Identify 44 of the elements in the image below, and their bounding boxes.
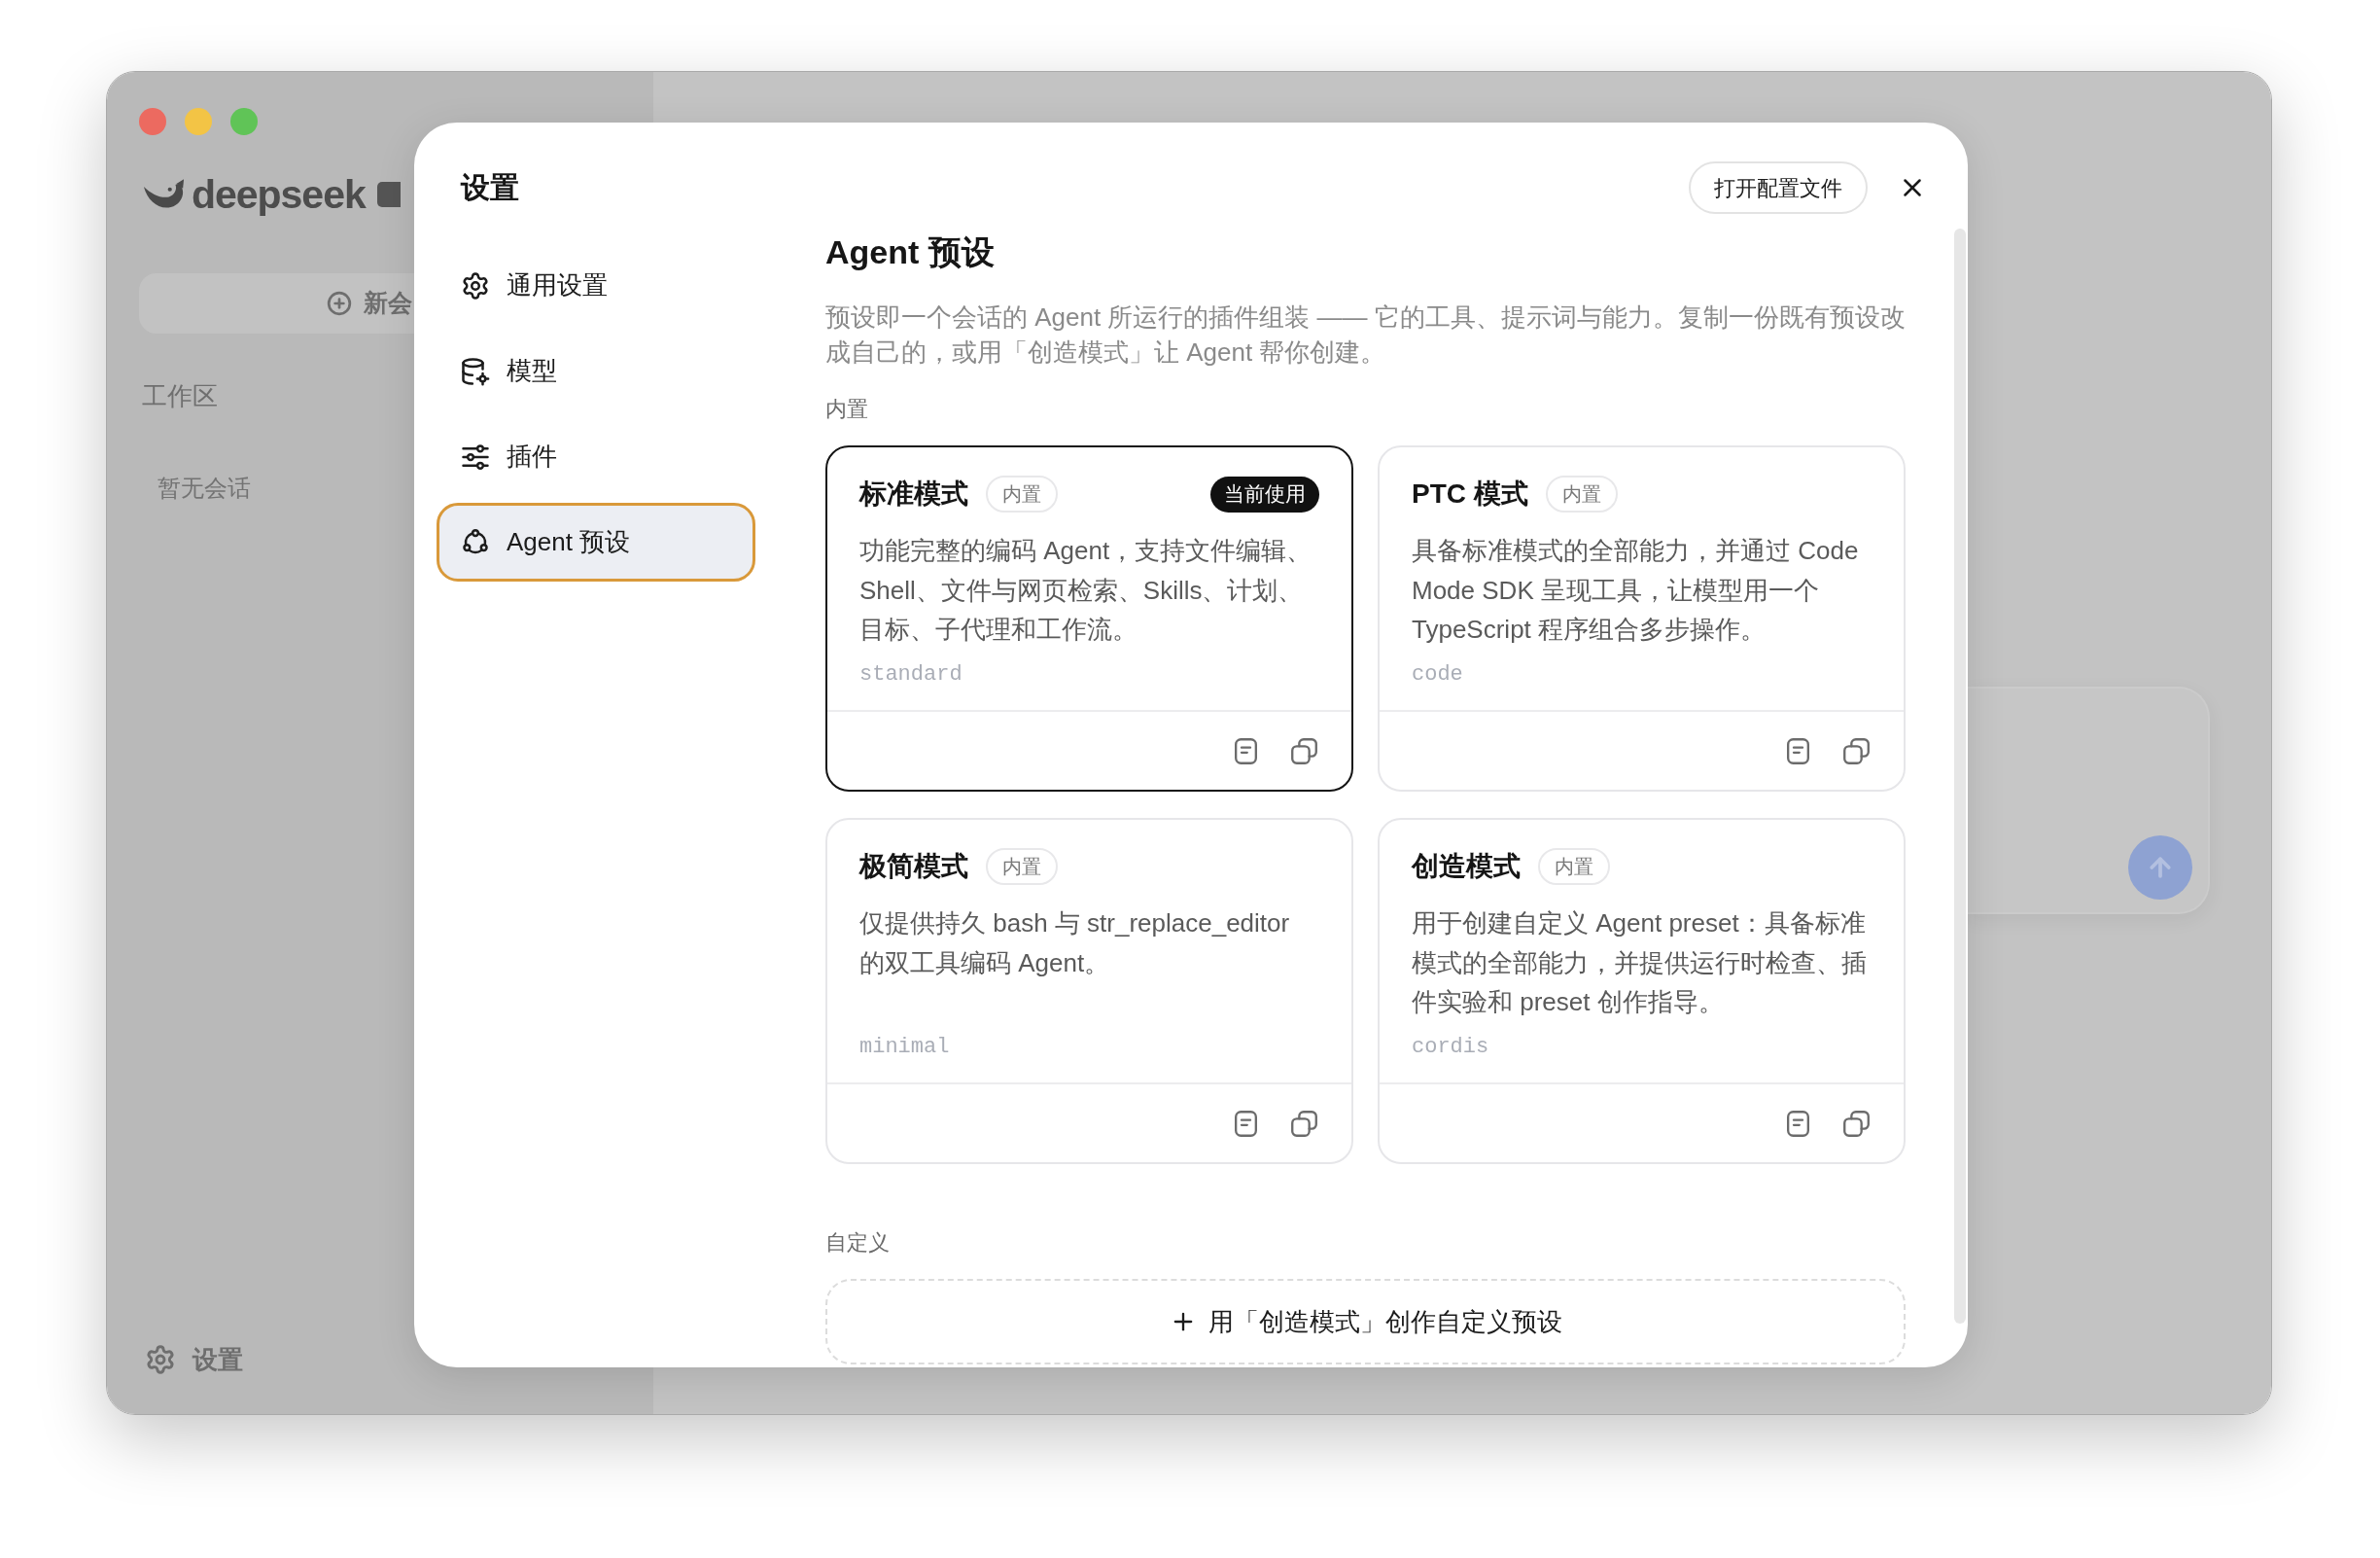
card-description: 功能完整的编码 Agent，支持文件编辑、Shell、文件与网页检索、Skills、计划、目标、子代理和工作流。 <box>859 535 1313 647</box>
gear-icon <box>145 1344 176 1375</box>
card-title: 创造模式 <box>1412 850 1521 883</box>
preset-id: minimal <box>859 1034 950 1061</box>
builtin-tag: 内置 <box>1545 476 1618 513</box>
logo-text: deepseek <box>192 175 366 214</box>
plus-circle-icon <box>327 291 352 316</box>
card-title: 标准模式 <box>859 478 968 511</box>
copy-icon[interactable] <box>1289 735 1319 766</box>
nav-item[interactable]: Agent 预设 <box>437 503 755 582</box>
dialog-title: 设置 <box>459 170 519 205</box>
preset-card[interactable]: 极简模式 内置 仅提供持久 bash 与 str_replace_editor 的双工具编码 Agent。 minimal <box>825 818 1353 1164</box>
builtin-tag: 内置 <box>986 476 1058 513</box>
scrollbar-thumb[interactable] <box>1954 229 1966 1324</box>
open-config-button[interactable]: 打开配置文件 <box>1689 161 1868 214</box>
page-title: Agent 预设 <box>825 232 995 272</box>
preset-id: code <box>1412 661 1463 689</box>
builtin-tag: 内置 <box>986 848 1058 885</box>
card-description: 仅提供持久 bash 与 str_replace_editor 的双工具编码 Agent。 <box>859 907 1291 979</box>
gear-icon <box>461 270 490 301</box>
logo-badge <box>376 182 401 207</box>
section-label: 自定义 <box>825 1229 890 1257</box>
card-title: PTC 模式 <box>1412 478 1528 511</box>
database-icon <box>461 356 490 386</box>
preset-card[interactable]: 创造模式 内置 用于创建自定义 Agent preset：具备标准模式的全部能力，并提供运行时检查、插件实验和 preset 创作指导。 cordis <box>1378 818 1906 1164</box>
preset-card[interactable]: PTC 模式 内置 具备标准模式的全部能力，并通过 Code Mode SDK 呈现工具，让模型用一个 TypeScript 程序组合多步操作。 code <box>1378 445 1906 792</box>
empty-state-text: 暂无会话 <box>157 474 251 503</box>
create-preset-button[interactable]: 用「创造模式」创作自定义预设 <box>825 1279 1906 1364</box>
preset-id: standard <box>859 661 962 689</box>
sliders-icon <box>461 442 490 472</box>
copy-icon[interactable] <box>1841 735 1872 766</box>
card-description: 具备标准模式的全部能力，并通过 Code Mode SDK 呈现工具，让模型用一个 TypeScript 程序组合多步操作。 <box>1412 535 1860 647</box>
builtin-tag: 内置 <box>1538 848 1610 885</box>
card-description: 用于创建自定义 Agent preset：具备标准模式的全部能力，并提供运行时检查、插件实验和 preset 创作指导。 <box>1412 907 1868 1019</box>
current-status-tag: 当前使用 <box>1210 476 1319 513</box>
section-label: 内置 <box>825 396 868 423</box>
copy-icon[interactable] <box>1841 1108 1872 1139</box>
preset-card[interactable]: 标准模式 内置 当前使用 功能完整的编码 Agent，支持文件编辑、Shell、文件与网页检索、Skills、计划、目标、子代理和工作流。 standard <box>825 445 1353 792</box>
preset-id: cordis <box>1412 1034 1489 1061</box>
chat-input-field[interactable] <box>1966 687 2210 914</box>
section-label: 工作区 <box>141 380 218 412</box>
card-title: 极简模式 <box>859 850 968 883</box>
page-description: 预设即一个会话的 Agent 所运行的插件组装 —— 它的工具、提示词与能力。复制一份既有预设改成自己的，或用「创造模式」让 Agent 帮你创建。 <box>825 301 1906 369</box>
copy-icon[interactable] <box>1289 1108 1319 1139</box>
